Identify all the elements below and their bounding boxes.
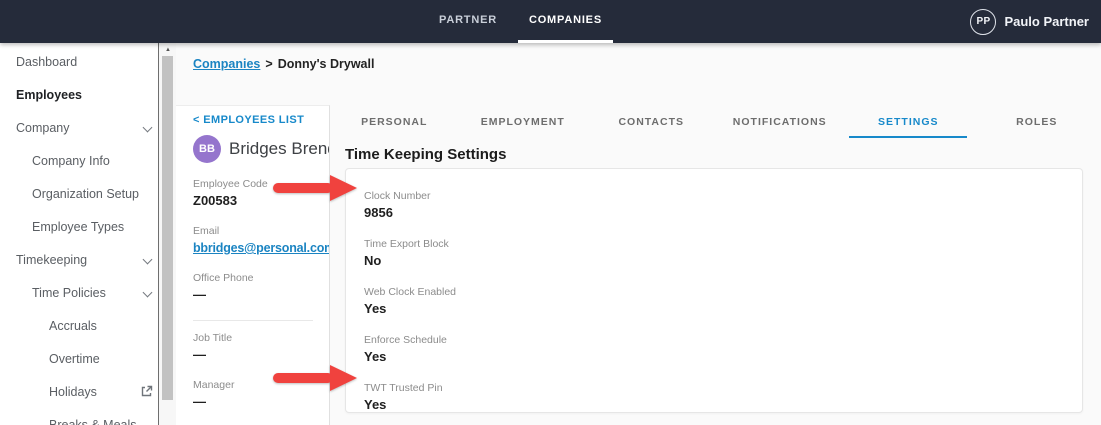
annotation-arrow-clock-number (273, 175, 357, 201)
sidebar-item-label: Holidays (49, 384, 97, 399)
sidebar-item-breaks-meals[interactable]: Breaks & Meals (0, 408, 158, 425)
sidebar-item-dashboard[interactable]: Dashboard (0, 45, 158, 78)
twt-trusted-pin-field: TWT Trusted Pin Yes (364, 381, 1082, 412)
office-phone-field: Office Phone — (193, 271, 329, 304)
sidebar-item-label: Employee Types (32, 219, 125, 234)
sidebar-item-label: Company (16, 120, 70, 135)
sidebar-item-company[interactable]: Company (0, 111, 158, 144)
tab-settings[interactable]: SETTINGS (844, 105, 973, 138)
arrow-body (273, 373, 333, 383)
employee-avatar: BB (193, 135, 221, 163)
sidebar-item-time-policies[interactable]: Time Policies (0, 276, 158, 309)
employee-tabs: PERSONAL EMPLOYMENT CONTACTS NOTIFICATIO… (330, 105, 1101, 138)
panel-divider (193, 320, 313, 321)
tab-employment[interactable]: EMPLOYMENT (459, 105, 588, 138)
sidebar-item-label: Employees (16, 87, 83, 102)
field-label: Clock Number (364, 190, 431, 202)
settings-card: Clock Number 9856 Time Export Block No W… (345, 168, 1083, 413)
employees-list-back-link[interactable]: < EMPLOYEES LIST (193, 114, 329, 126)
chevron-down-icon (144, 289, 152, 297)
field-value: — (193, 347, 206, 362)
annotation-arrow-twt-trusted-pin (273, 365, 357, 391)
sidebar-item-label: Organization Setup (32, 186, 140, 201)
employee-profile: BB Bridges Brenda (193, 135, 329, 163)
user-name: Paulo Partner (1004, 14, 1089, 29)
sidebar-item-organization-setup[interactable]: Organization Setup (0, 177, 158, 210)
field-label: Web Clock Enabled (364, 286, 457, 298)
sidebar-item-employee-types[interactable]: Employee Types (0, 210, 158, 243)
web-clock-enabled-field: Web Clock Enabled Yes (364, 285, 1082, 318)
open-in-new-icon[interactable] (139, 384, 154, 399)
field-label: Job Title (193, 332, 233, 344)
sidebar-nav: Dashboard Employees Company Company Info… (0, 43, 158, 425)
user-menu[interactable]: PP Paulo Partner (970, 0, 1089, 43)
field-value: Yes (364, 397, 387, 412)
sidebar-item-label: Accruals (49, 318, 97, 333)
field-value: Yes (364, 349, 387, 364)
enforce-schedule-field: Enforce Schedule Yes (364, 333, 1082, 366)
settings-section-title: Time Keeping Settings (345, 146, 507, 163)
arrow-head-icon (330, 175, 357, 201)
breadcrumb-current: Donny's Drywall (277, 57, 375, 71)
field-value: 9856 (364, 205, 393, 220)
field-label: Email (193, 225, 220, 237)
tab-partner[interactable]: PARTNER (428, 0, 508, 43)
breadcrumb-separator: > (265, 57, 273, 71)
tab-companies[interactable]: COMPANIES (517, 0, 613, 43)
top-nav-bar: PARTNER COMPANIES PP Paulo Partner (0, 0, 1101, 43)
sidebar-item-label: Timekeeping (16, 252, 88, 267)
scrollbar-up-arrow-icon[interactable]: ▲ (159, 45, 177, 55)
field-label: Enforce Schedule (364, 334, 447, 346)
chevron-down-icon (144, 256, 152, 264)
field-value: — (193, 394, 206, 409)
sidebar-item-label: Breaks & Meals (49, 417, 137, 425)
arrow-body (273, 183, 333, 193)
arrow-head-icon (330, 365, 357, 391)
sidebar-item-label: Overtime (49, 351, 100, 366)
field-label: TWT Trusted Pin (364, 382, 443, 394)
email-link[interactable]: bbridges@personal.com (193, 239, 329, 257)
sidebar-item-accruals[interactable]: Accruals (0, 309, 158, 342)
sidebar-item-holidays[interactable]: Holidays (0, 375, 158, 408)
tab-contacts[interactable]: CONTACTS (587, 105, 716, 138)
sidebar-item-company-info[interactable]: Company Info (0, 144, 158, 177)
field-value: Yes (364, 301, 387, 316)
email-field: Email bbridges@personal.com (193, 224, 329, 257)
scrollbar-thumb[interactable] (162, 56, 173, 400)
main-content: Companies > Donny's Drywall < EMPLOYEES LI… (176, 43, 1101, 425)
field-value: — (193, 287, 206, 302)
field-label: Time Export Block (364, 238, 449, 250)
sidebar-item-timekeeping[interactable]: Timekeeping (0, 243, 158, 276)
user-avatar[interactable]: PP (970, 8, 997, 35)
tab-personal[interactable]: PERSONAL (330, 105, 459, 138)
employee-name: Bridges Brenda (229, 139, 329, 158)
clock-number-field: Clock Number 9856 (364, 189, 1082, 222)
tab-roles[interactable]: ROLES (973, 105, 1101, 138)
breadcrumb: Companies > Donny's Drywall (193, 57, 374, 71)
job-title-field: Job Title — (193, 331, 329, 364)
sidebar-item-overtime[interactable]: Overtime (0, 342, 158, 375)
sidebar-item-label: Dashboard (16, 54, 78, 69)
app-screen: PARTNER COMPANIES PP Paulo Partner Dashb… (0, 0, 1101, 425)
sidebar-item-label: Time Policies (32, 285, 106, 300)
top-nav-tabs: PARTNER COMPANIES (428, 0, 613, 43)
sidebar-item-label: Company Info (32, 153, 110, 168)
sidebar-item-employees[interactable]: Employees (0, 78, 158, 111)
breadcrumb-companies-link[interactable]: Companies (193, 57, 260, 71)
time-export-block-field: Time Export Block No (364, 237, 1082, 270)
field-value: No (364, 253, 382, 268)
chevron-down-icon (144, 124, 152, 132)
sidebar-scrollbar[interactable]: ▲ (158, 43, 176, 425)
field-label: Office Phone (193, 272, 254, 284)
tab-notifications[interactable]: NOTIFICATIONS (716, 105, 845, 138)
